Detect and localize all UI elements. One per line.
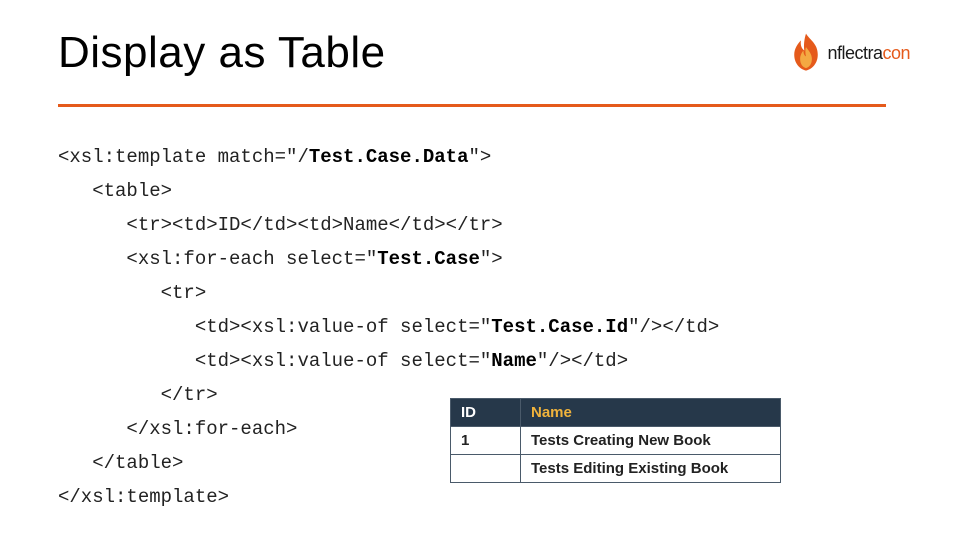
table-cell-id <box>451 455 521 483</box>
table-header-name: Name <box>521 399 781 427</box>
table-header-row: ID Name <box>451 399 781 427</box>
table-cell-id: 1 <box>451 427 521 455</box>
brand-logo: nflectracon <box>789 32 910 74</box>
table-cell-name: Tests Creating New Book <box>521 427 781 455</box>
brand-text-dark: nflectra <box>827 43 882 63</box>
table-cell-name: Tests Editing Existing Book <box>521 455 781 483</box>
flame-icon <box>789 32 823 74</box>
table-row: 1 Tests Creating New Book <box>451 427 781 455</box>
table-header-id: ID <box>451 399 521 427</box>
brand-text-orange: con <box>882 43 910 63</box>
table-row: Tests Editing Existing Book <box>451 455 781 483</box>
page-title: Display as Table <box>58 28 386 78</box>
output-table: ID Name 1 Tests Creating New Book Tests … <box>450 398 781 483</box>
title-underline <box>58 104 886 107</box>
brand-text: nflectracon <box>827 43 910 64</box>
